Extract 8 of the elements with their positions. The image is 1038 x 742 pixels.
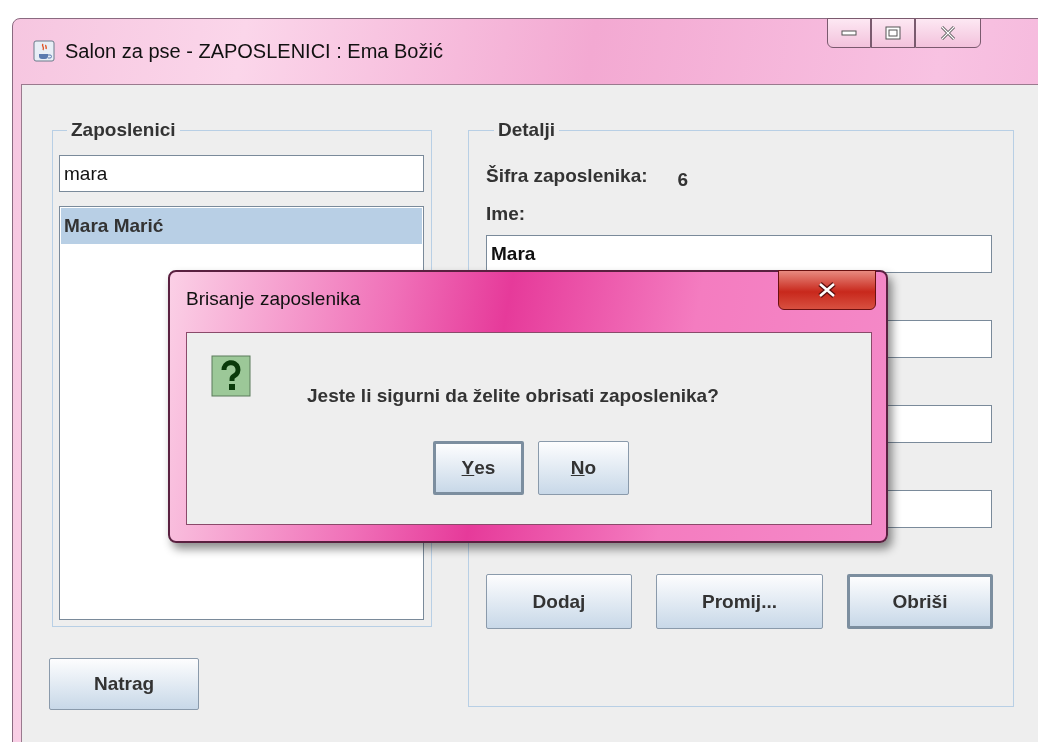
group-title: Detalji <box>497 119 557 141</box>
window-title: Salon za pse - ZAPOSLENICI : Ema Božić <box>65 39 443 63</box>
dialog-message: Jeste li sigurni da želite obrisati zaposlenika? <box>307 385 719 407</box>
group-title: Zaposlenici <box>70 119 177 141</box>
dialog-title: Brisanje zaposlenika <box>186 288 361 310</box>
field-label: Šifra zaposlenika: <box>486 165 648 188</box>
employee-id: 6 <box>677 169 689 191</box>
field-label: Ime: <box>486 203 527 225</box>
